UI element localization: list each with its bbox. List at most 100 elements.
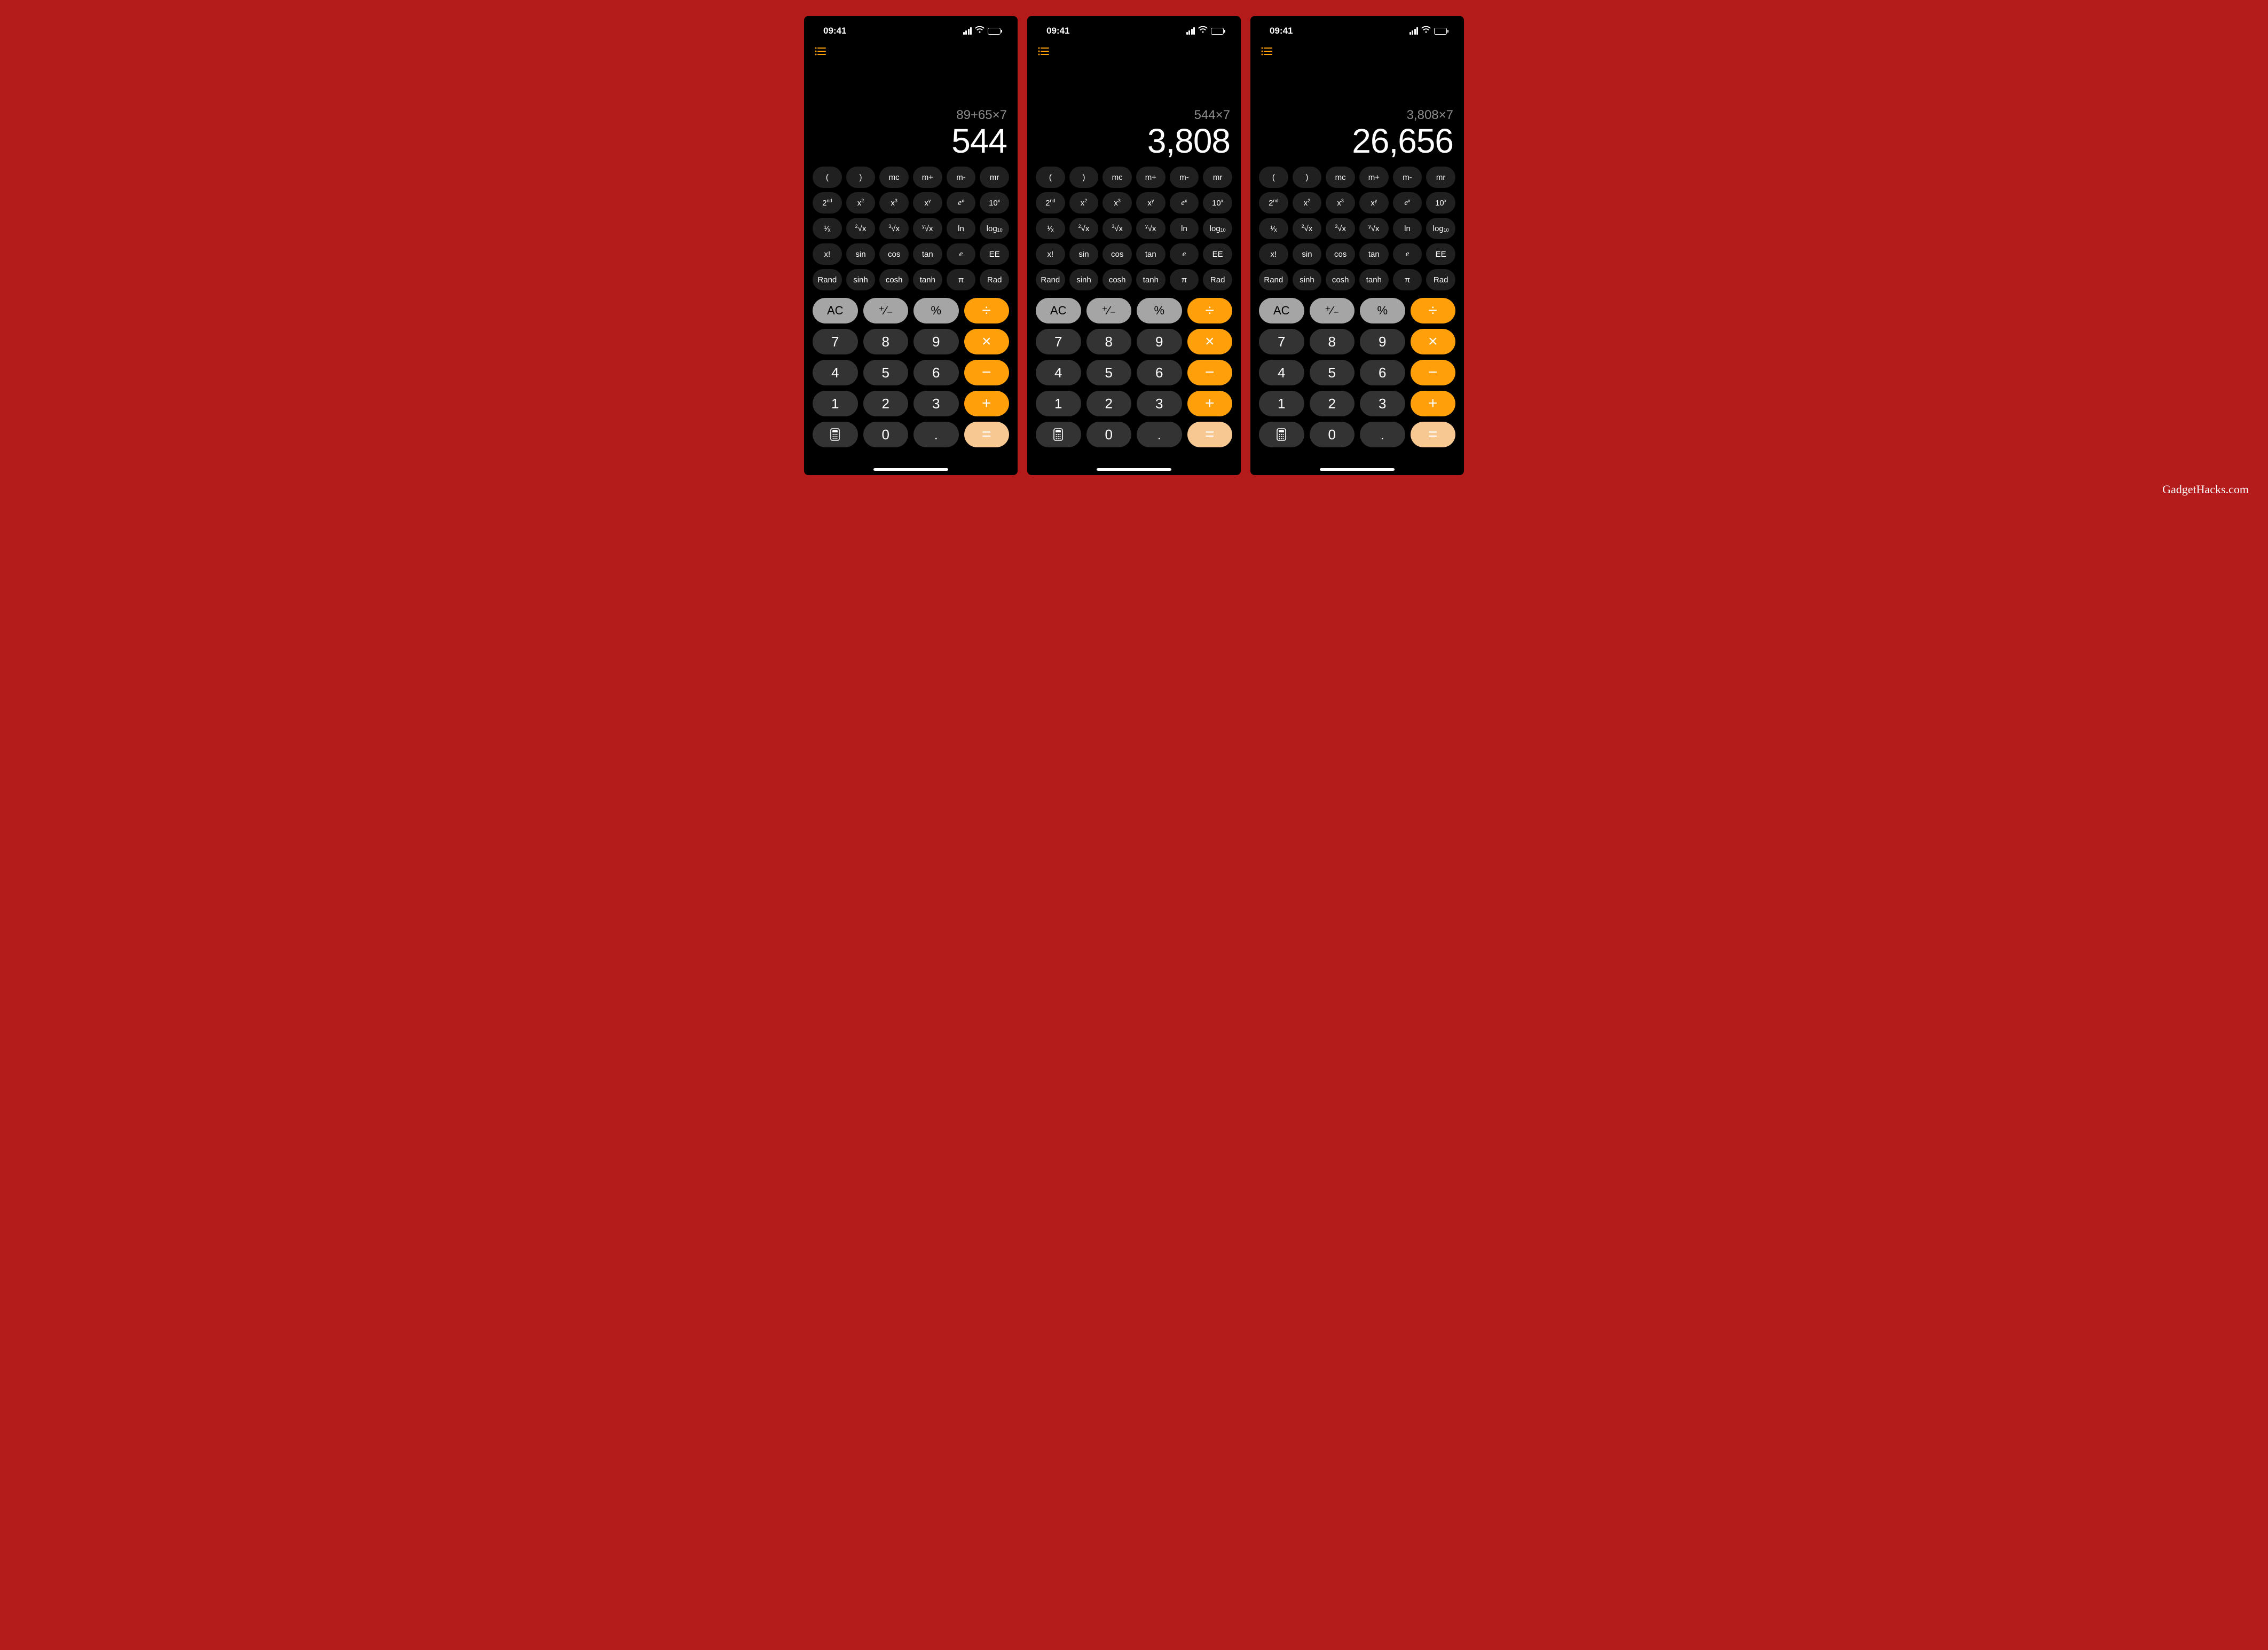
paren-open-button[interactable]: ( [1036, 167, 1065, 188]
home-indicator[interactable] [1097, 468, 1171, 471]
seven-button[interactable]: 7 [1036, 329, 1081, 354]
home-indicator[interactable] [1320, 468, 1395, 471]
divide-button[interactable]: ÷ [1411, 298, 1456, 323]
percent-button[interactable]: % [914, 298, 959, 323]
x-cubed-button[interactable]: x3 [1102, 192, 1132, 214]
negate-button[interactable]: ⁺∕₋ [1310, 298, 1355, 323]
equals-button[interactable]: = [1411, 422, 1456, 447]
nine-button[interactable]: 9 [914, 329, 959, 354]
six-button[interactable]: 6 [1360, 360, 1405, 385]
x-power-y-button[interactable]: xy [1359, 192, 1389, 214]
eight-button[interactable]: 8 [1086, 329, 1132, 354]
six-button[interactable]: 6 [914, 360, 959, 385]
y-root-x-button[interactable]: y√x [1136, 218, 1166, 239]
tanh-button[interactable]: tanh [1359, 269, 1389, 290]
one-over-x-button[interactable]: ¹⁄ₓ [813, 218, 842, 239]
cosh-button[interactable]: cosh [879, 269, 909, 290]
seven-button[interactable]: 7 [813, 329, 858, 354]
ee-button[interactable]: EE [980, 243, 1009, 265]
one-over-x-button[interactable]: ¹⁄ₓ [1036, 218, 1065, 239]
memory-clear-button[interactable]: mc [1102, 167, 1132, 188]
sqrt-button[interactable]: 2√x [1069, 218, 1099, 239]
memory-clear-button[interactable]: mc [879, 167, 909, 188]
clear-button[interactable]: AC [813, 298, 858, 323]
rand-button[interactable]: Rand [1259, 269, 1288, 290]
factorial-button[interactable]: x! [813, 243, 842, 265]
cos-button[interactable]: cos [1102, 243, 1132, 265]
history-button[interactable] [1027, 41, 1241, 58]
sqrt-button[interactable]: 2√x [1293, 218, 1322, 239]
memory-subtract-button[interactable]: m- [1170, 167, 1199, 188]
memory-recall-button[interactable]: mr [1426, 167, 1455, 188]
eight-button[interactable]: 8 [863, 329, 909, 354]
ln-button[interactable]: ln [1393, 218, 1422, 239]
pi-button[interactable]: π [1393, 269, 1422, 290]
euler-e-button[interactable]: e [947, 243, 976, 265]
three-button[interactable]: 3 [914, 391, 959, 416]
zero-button[interactable]: 0 [863, 422, 909, 447]
rand-button[interactable]: Rand [813, 269, 842, 290]
home-indicator[interactable] [873, 468, 948, 471]
clear-button[interactable]: AC [1259, 298, 1304, 323]
paren-open-button[interactable]: ( [813, 167, 842, 188]
euler-e-button[interactable]: e [1393, 243, 1422, 265]
log10-button[interactable]: log10 [980, 218, 1009, 239]
six-button[interactable]: 6 [1137, 360, 1182, 385]
decimal-button[interactable]: . [1137, 422, 1182, 447]
plus-button[interactable]: + [1187, 391, 1233, 416]
calculator-mode-button[interactable] [1259, 422, 1304, 447]
percent-button[interactable]: % [1360, 298, 1405, 323]
four-button[interactable]: 4 [1259, 360, 1304, 385]
plus-button[interactable]: + [1411, 391, 1456, 416]
five-button[interactable]: 5 [1310, 360, 1355, 385]
cosh-button[interactable]: cosh [1326, 269, 1355, 290]
memory-clear-button[interactable]: mc [1326, 167, 1355, 188]
tan-button[interactable]: tan [1136, 243, 1166, 265]
x-power-y-button[interactable]: xy [913, 192, 942, 214]
five-button[interactable]: 5 [863, 360, 909, 385]
ee-button[interactable]: EE [1426, 243, 1455, 265]
x-cubed-button[interactable]: x3 [1326, 192, 1355, 214]
ln-button[interactable]: ln [1170, 218, 1199, 239]
multiply-button[interactable]: × [964, 329, 1010, 354]
sin-button[interactable]: sin [1293, 243, 1322, 265]
decimal-button[interactable]: . [914, 422, 959, 447]
four-button[interactable]: 4 [813, 360, 858, 385]
sqrt-button[interactable]: 2√x [846, 218, 876, 239]
sin-button[interactable]: sin [846, 243, 876, 265]
equals-button[interactable]: = [1187, 422, 1233, 447]
sin-button[interactable]: sin [1069, 243, 1099, 265]
rad-button[interactable]: Rad [1203, 269, 1232, 290]
x-cubed-button[interactable]: x3 [879, 192, 909, 214]
minus-button[interactable]: − [1411, 360, 1456, 385]
y-root-x-button[interactable]: y√x [913, 218, 942, 239]
e-power-x-button[interactable]: ex [947, 192, 976, 214]
cos-button[interactable]: cos [879, 243, 909, 265]
eight-button[interactable]: 8 [1310, 329, 1355, 354]
paren-open-button[interactable]: ( [1259, 167, 1288, 188]
plus-button[interactable]: + [964, 391, 1010, 416]
two-button[interactable]: 2 [863, 391, 909, 416]
three-button[interactable]: 3 [1137, 391, 1182, 416]
cos-button[interactable]: cos [1326, 243, 1355, 265]
paren-close-button[interactable]: ) [1069, 167, 1099, 188]
memory-add-button[interactable]: m+ [913, 167, 942, 188]
paren-close-button[interactable]: ) [846, 167, 876, 188]
ee-button[interactable]: EE [1203, 243, 1232, 265]
tan-button[interactable]: tan [913, 243, 942, 265]
zero-button[interactable]: 0 [1086, 422, 1132, 447]
multiply-button[interactable]: × [1187, 329, 1233, 354]
second-fn-button[interactable]: 2nd [813, 192, 842, 214]
one-button[interactable]: 1 [813, 391, 858, 416]
calculator-mode-button[interactable] [813, 422, 858, 447]
one-button[interactable]: 1 [1036, 391, 1081, 416]
memory-add-button[interactable]: m+ [1136, 167, 1166, 188]
clear-button[interactable]: AC [1036, 298, 1081, 323]
nine-button[interactable]: 9 [1360, 329, 1405, 354]
e-power-x-button[interactable]: ex [1393, 192, 1422, 214]
euler-e-button[interactable]: e [1170, 243, 1199, 265]
equals-button[interactable]: = [964, 422, 1010, 447]
cbrt-button[interactable]: 3√x [1102, 218, 1132, 239]
second-fn-button[interactable]: 2nd [1036, 192, 1065, 214]
pi-button[interactable]: π [947, 269, 976, 290]
